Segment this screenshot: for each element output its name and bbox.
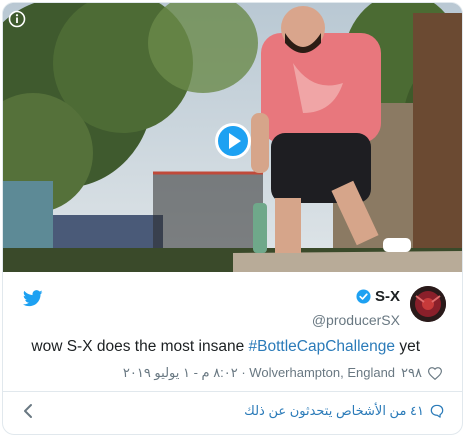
conversation-link[interactable]: ٤١ من الأشخاص يتحدثون عن ذلك	[244, 403, 444, 419]
tweet-header: S-X @producerSX	[3, 286, 462, 328]
twitter-bird-icon[interactable]	[23, 290, 43, 307]
tweet-footer: ٤١ من الأشخاص يتحدثون عن ذلك	[3, 398, 462, 426]
info-icon[interactable]	[8, 10, 26, 28]
display-name-text: S-X	[374, 288, 400, 305]
play-button[interactable]	[215, 123, 251, 159]
tweet-text-suffix: yet	[395, 338, 420, 355]
display-name: S-X	[356, 288, 400, 305]
chevron-left-icon[interactable]	[23, 403, 33, 419]
tweet-meta: ٨:٠٢ م - ١ يوليو ٢٠١٩ · Wolverhampton, E…	[123, 365, 442, 381]
hashtag-link[interactable]: #BottleCapChallenge	[249, 338, 396, 355]
divider	[3, 391, 462, 392]
handle: @producerSX	[311, 312, 400, 328]
like-count: ٢٩٨	[401, 365, 422, 380]
video-thumbnail[interactable]	[3, 3, 462, 272]
verified-badge-icon	[356, 289, 371, 304]
author-names[interactable]: S-X @producerSX	[312, 288, 400, 328]
avatar[interactable]	[410, 286, 446, 322]
embedded-tweet-card: S-X @producerSX wow S-X does the most in…	[2, 2, 463, 435]
tweet-text-prefix: wow S-X does the most insane	[31, 338, 249, 355]
play-icon	[229, 133, 241, 149]
timestamp[interactable]: ٨:٠٢ م - ١ يوليو ٢٠١٩ · Wolverhampton, E…	[123, 365, 395, 381]
conversation-text: ٤١ من الأشخاص يتحدثون عن ذلك	[244, 403, 424, 418]
tweet-text: wow S-X does the most insane #BottleCapC…	[31, 338, 420, 356]
avatar-image	[410, 286, 446, 322]
comment-bubble-icon	[430, 404, 444, 418]
heart-icon[interactable]	[428, 366, 442, 380]
